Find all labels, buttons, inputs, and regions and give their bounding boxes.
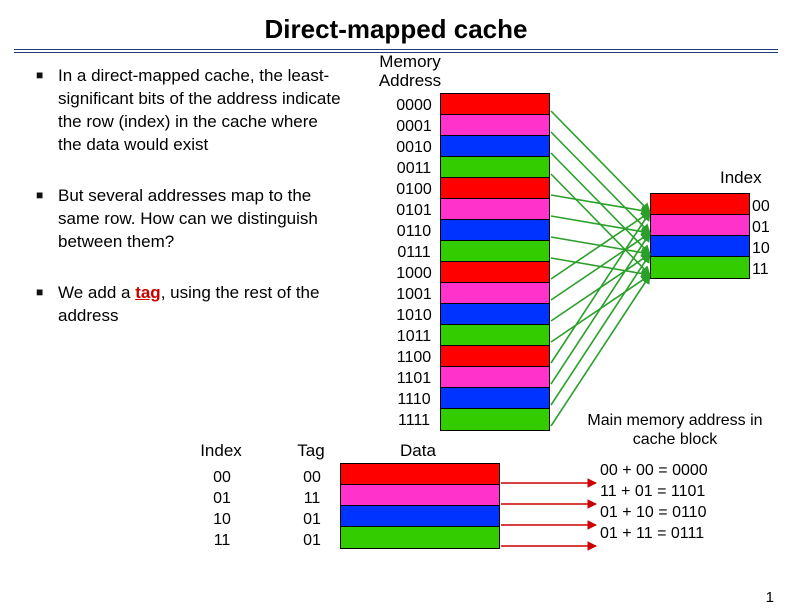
bottom-index-label: Index: [196, 441, 246, 461]
mainmem-rows: 00 + 00 = 0000 11 + 01 = 1101 01 + 10 = …: [600, 460, 708, 544]
cache-index-label: Index: [720, 168, 762, 188]
mem-row: [441, 388, 549, 409]
cache-idx: 10: [752, 238, 782, 259]
page-number: 1: [766, 589, 774, 606]
cache-row: [651, 236, 749, 257]
bottom-idx: 11: [200, 530, 244, 551]
bullet-list: In a direct-mapped cache, the least-sign…: [36, 65, 346, 355]
cache-row: [651, 257, 749, 278]
mem-addr: 1100: [390, 347, 438, 368]
mainmem-row: 01 + 11 = 0111: [600, 523, 708, 544]
bottom-tag-column: 00 11 01 01: [290, 467, 334, 551]
mem-addr: 0011: [390, 158, 438, 179]
mem-row: [441, 94, 549, 115]
mem-row: [441, 199, 549, 220]
mem-addr: 0010: [390, 137, 438, 158]
mem-addr: 0111: [390, 242, 438, 263]
bullet-2: But several addresses map to the same ro…: [36, 185, 346, 254]
mem-row: [441, 220, 549, 241]
memory-address-column: 0000 0001 0010 0011 0100 0101 0110 0111 …: [390, 95, 438, 431]
bottom-tag-label: Tag: [286, 441, 336, 461]
bottom-idx: 00: [200, 467, 244, 488]
mainmem-row: 00 + 00 = 0000: [600, 460, 708, 481]
bottom-data-row: [341, 464, 499, 485]
mem-row: [441, 115, 549, 136]
bullet-3: We add a tag, using the rest of the addr…: [36, 282, 346, 328]
bottom-data-label: Data: [400, 441, 436, 461]
mem-row: [441, 346, 549, 367]
memory-header: Memory Address: [368, 53, 452, 90]
bullet-3-text-a: We add a: [58, 283, 135, 302]
bottom-tag: 00: [290, 467, 334, 488]
bottom-data-row: [341, 506, 499, 527]
mem-row: [441, 283, 549, 304]
cache-block: [650, 193, 750, 279]
bottom-index-column: 00 01 10 11: [200, 467, 244, 551]
mem-addr: 0110: [390, 221, 438, 242]
mem-row: [441, 304, 549, 325]
mem-addr: 1010: [390, 305, 438, 326]
page-title: Direct-mapped cache: [0, 0, 792, 49]
mem-row: [441, 325, 549, 346]
bullet-1: In a direct-mapped cache, the least-sign…: [36, 65, 346, 157]
mem-row: [441, 178, 549, 199]
bottom-data-row: [341, 527, 499, 548]
cache-index-column: 00 01 10 11: [752, 196, 782, 280]
bottom-idx: 10: [200, 509, 244, 530]
bottom-tag: 11: [290, 488, 334, 509]
mem-addr: 1011: [390, 326, 438, 347]
slide-body: In a direct-mapped cache, the least-sign…: [0, 53, 792, 593]
mem-addr: 0100: [390, 179, 438, 200]
mem-addr: 0101: [390, 200, 438, 221]
mem-row: [441, 262, 549, 283]
cache-idx: 00: [752, 196, 782, 217]
cache-idx: 11: [752, 259, 782, 280]
mem-row: [441, 157, 549, 178]
mainmem-row: 01 + 10 = 0110: [600, 502, 708, 523]
bottom-data-block: [340, 463, 500, 549]
mem-row: [441, 367, 549, 388]
mem-addr: 1111: [390, 410, 438, 431]
cache-row: [651, 194, 749, 215]
mem-addr: 0000: [390, 95, 438, 116]
cache-row: [651, 215, 749, 236]
bottom-tag: 01: [290, 530, 334, 551]
cache-idx: 01: [752, 217, 782, 238]
memory-block: [440, 93, 550, 431]
bottom-idx: 01: [200, 488, 244, 509]
mainmem-caption: Main memory address in cache block: [570, 411, 780, 449]
mem-row: [441, 136, 549, 157]
bottom-data-row: [341, 485, 499, 506]
mem-addr: 0001: [390, 116, 438, 137]
bottom-tag: 01: [290, 509, 334, 530]
mem-addr: 1000: [390, 263, 438, 284]
mem-row: [441, 241, 549, 262]
mem-row: [441, 409, 549, 430]
mem-addr: 1101: [390, 368, 438, 389]
mem-addr: 1110: [390, 389, 438, 410]
mem-addr: 1001: [390, 284, 438, 305]
bullet-1-text-a: In a direct-mapped cache, the: [58, 66, 288, 85]
bullet-3-tag: tag: [135, 283, 161, 302]
mainmem-row: 11 + 01 = 1101: [600, 481, 708, 502]
